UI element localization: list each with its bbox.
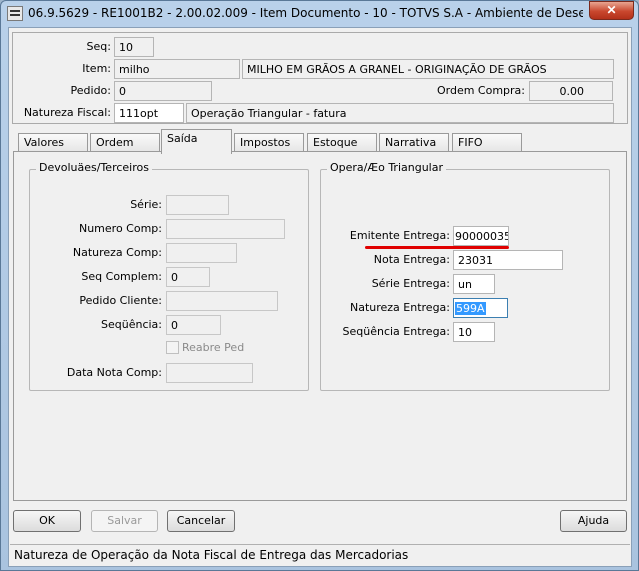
emitente-entrega-label: Emitente Entrega: — [349, 229, 450, 242]
tab-impostos[interactable]: Impostos — [234, 133, 304, 153]
sequencia-field[interactable]: 0 — [166, 315, 221, 335]
tab-estoque[interactable]: Estoque — [307, 133, 377, 153]
serie-label: Série: — [130, 198, 162, 211]
serie-entrega-field[interactable]: un — [453, 274, 495, 294]
natureza-comp-field[interactable] — [166, 243, 237, 263]
tab-strip: Valores Ordem Saída Impostos Estoque Nar… — [18, 129, 628, 154]
tab-panel-saida: Devoluäes/Terceiros Série: Numero Comp: … — [13, 151, 627, 501]
status-bar: Natureza de Operação da Nota Fiscal de E… — [10, 544, 630, 566]
app-icon — [7, 6, 23, 21]
pedido-cliente-field[interactable] — [166, 291, 278, 311]
devolucoes-group: Devoluäes/Terceiros Série: Numero Comp: … — [29, 161, 309, 391]
ajuda-button[interactable]: Ajuda — [560, 510, 627, 532]
dialog-window: 06.9.5629 - RE1001B2 - 2.00.02.009 - Ite… — [0, 0, 639, 571]
devolucoes-group-title: Devoluäes/Terceiros — [36, 161, 152, 174]
natureza-fiscal-description: Operação Triangular - fatura — [186, 103, 614, 123]
reabre-ped-checkbox[interactable] — [166, 341, 179, 354]
ordem-compra-field[interactable]: 0.00 — [529, 81, 613, 101]
seq-label: Seq: — [86, 40, 111, 53]
ok-button[interactable]: OK — [13, 510, 81, 532]
reabre-ped-label: Reabre Ped — [182, 341, 245, 354]
window-title: 06.9.5629 - RE1001B2 - 2.00.02.009 - Ite… — [28, 6, 583, 20]
nota-entrega-label: Nota Entrega: — [373, 253, 450, 266]
tab-valores[interactable]: Valores — [18, 133, 88, 153]
cancelar-button[interactable]: Cancelar — [167, 510, 235, 532]
numero-comp-label: Numero Comp: — [78, 222, 162, 235]
seq-field[interactable]: 10 — [114, 37, 154, 57]
title-bar[interactable]: 06.9.5629 - RE1001B2 - 2.00.02.009 - Ite… — [1, 1, 638, 27]
sequencia-label: Seqüência: — [101, 318, 162, 331]
sequencia-entrega-field[interactable]: 10 — [453, 322, 495, 342]
seq-complem-label: Seq Complem: — [81, 270, 162, 283]
item-description-field: MILHO EM GRÃOS A GRANEL - ORIGINAÇÃO DE … — [242, 59, 614, 79]
tab-ordem[interactable]: Ordem — [90, 133, 160, 153]
serie-field[interactable] — [166, 195, 229, 215]
emitente-entrega-field[interactable]: 90000035 — [453, 226, 509, 246]
dialog-body: Seq: 10 Item: milho MILHO EM GRÃOS A GRA… — [8, 27, 632, 567]
natureza-entrega-selected-text: 599A — [455, 302, 486, 315]
sequencia-entrega-label: Seqüência Entrega: — [342, 325, 451, 338]
triangular-group-title: Opera/Æo Triangular — [327, 161, 446, 174]
item-label: Item: — [82, 62, 111, 75]
pedido-label: Pedido: — [70, 84, 111, 97]
tab-saida[interactable]: Saída — [161, 129, 232, 154]
nota-entrega-field[interactable]: 23031 — [453, 250, 563, 270]
ordem-compra-label: Ordem Compra: — [436, 84, 525, 97]
salvar-button[interactable]: Salvar — [91, 510, 158, 532]
serie-entrega-label: Série Entrega: — [371, 277, 450, 290]
header-panel: Seq: 10 Item: milho MILHO EM GRÃOS A GRA… — [12, 32, 628, 124]
seq-complem-field[interactable]: 0 — [166, 267, 210, 287]
natureza-entrega-label: Natureza Entrega: — [349, 301, 450, 314]
pedido-field[interactable]: 0 — [114, 81, 212, 101]
triangular-group: Opera/Æo Triangular Emitente Entrega: 90… — [320, 161, 610, 391]
item-field[interactable]: milho — [114, 59, 240, 79]
red-highlight-underline — [365, 246, 509, 249]
natureza-fiscal-field[interactable]: 111opt — [114, 103, 184, 123]
tab-narrativa[interactable]: Narrativa — [379, 133, 449, 153]
pedido-cliente-label: Pedido Cliente: — [79, 294, 162, 307]
natureza-comp-label: Natureza Comp: — [72, 246, 162, 259]
numero-comp-field[interactable] — [166, 219, 285, 239]
close-button[interactable]: ✕ — [589, 1, 634, 20]
natureza-fiscal-label: Natureza Fiscal: — [23, 106, 111, 119]
tab-fifo[interactable]: FIFO — [452, 133, 522, 153]
data-nota-comp-field[interactable] — [166, 363, 253, 383]
data-nota-comp-label: Data Nota Comp: — [66, 366, 162, 379]
natureza-entrega-field[interactable]: 599A — [453, 298, 508, 318]
